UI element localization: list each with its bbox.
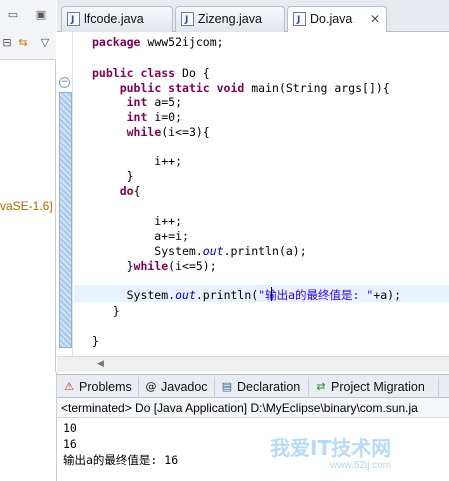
left-pane-bottom — [0, 372, 57, 481]
code-line: System.out.println(a); — [92, 244, 307, 258]
at-icon: @ — [145, 380, 157, 393]
tab-label: Declaration — [237, 380, 301, 394]
code-line: int a=5; — [126, 95, 183, 109]
code-line: i++; — [92, 214, 183, 228]
code-line: } — [92, 334, 99, 348]
tab-javadoc[interactable]: @ Javadoc — [141, 377, 215, 398]
code-line: public class Do { — [92, 66, 210, 80]
editor-horizontal-scrollbar[interactable]: ◀ — [57, 356, 449, 372]
tab-do[interactable]: Do.java ✕ — [287, 6, 387, 33]
tab-project-migration[interactable]: ⇄ Project Migration — [311, 377, 439, 398]
tab-label: Zizeng.java — [198, 12, 262, 26]
migration-icon: ⇄ — [316, 380, 326, 393]
tab-lfcode[interactable]: lfcode.java — [61, 6, 173, 32]
tab-label: Do.java — [310, 12, 353, 26]
tab-declaration[interactable]: ▤ Declaration — [217, 377, 309, 398]
tab-label: Javadoc — [161, 380, 208, 394]
range-indicator — [59, 92, 72, 348]
tab-label: Problems — [79, 380, 132, 394]
code-text[interactable]: package www52ijcom; public class Do { pu… — [74, 32, 449, 372]
code-line: } — [92, 169, 134, 183]
code-editor[interactable]: − package www52ijcom; public class Do { … — [57, 32, 449, 372]
text-caret — [271, 287, 272, 301]
view-menu-icon[interactable]: ▽ — [38, 36, 52, 50]
console-status: <terminated> Do [Java Application] D:\My… — [57, 398, 449, 418]
maximize-icon[interactable]: ▣ — [34, 8, 48, 22]
scroll-left-icon[interactable]: ◀ — [97, 359, 104, 369]
console-line: 输出a的最终值是: 16 — [63, 453, 179, 467]
console-line: 16 — [63, 437, 77, 451]
views-tabbar: ⚠ Problems @ Javadoc ▤ Declaration ⇄ Pro… — [57, 374, 449, 398]
code-line: }while(i<=5); — [92, 259, 217, 273]
editor-ruler: − — [57, 32, 73, 372]
java-file-icon — [293, 8, 306, 32]
close-tab-icon[interactable]: ✕ — [370, 7, 380, 31]
code-line: int i=0; — [126, 110, 183, 124]
code-line: System.out.println("输出a的最终值是: "+a); — [92, 288, 402, 302]
code-line: a+=i; — [92, 229, 189, 243]
editor-tabbar: lfcode.java Zizeng.java Do.java ✕ — [57, 0, 449, 33]
tab-zizeng[interactable]: Zizeng.java — [175, 6, 285, 32]
watermark-url: www.52ij.com — [330, 460, 392, 471]
watermark-logo: 我爱IT技术网 — [270, 436, 392, 460]
code-line: package www52ijcom; — [92, 35, 224, 49]
package-explorer-pane: ▭ ▣ ⊟ ⇆ ▽ vaSE-1.6] — [0, 0, 56, 372]
code-line: while(i<=3){ — [126, 125, 210, 139]
tab-problems[interactable]: ⚠ Problems — [59, 377, 139, 398]
tab-label: lfcode.java — [84, 12, 144, 26]
collapse-all-icon[interactable]: ⊟ — [0, 36, 14, 50]
package-explorer-toolbar: ▭ ▣ ⊟ ⇆ ▽ — [0, 0, 56, 60]
tab-label: Project Migration — [331, 380, 425, 394]
code-line: } — [92, 304, 120, 318]
link-editor-icon[interactable]: ⇆ — [16, 36, 30, 50]
fold-collapse-icon[interactable]: − — [59, 77, 70, 88]
code-line: i++; — [92, 154, 183, 168]
java-file-icon — [181, 8, 194, 32]
java-file-icon — [67, 8, 80, 32]
problems-icon: ⚠ — [64, 380, 74, 393]
minimize-icon[interactable]: ▭ — [6, 8, 20, 22]
code-line: do{ — [119, 184, 141, 198]
declaration-icon: ▤ — [221, 380, 233, 393]
jre-library-label[interactable]: vaSE-1.6] — [0, 199, 53, 213]
console-line: 10 — [63, 421, 77, 435]
